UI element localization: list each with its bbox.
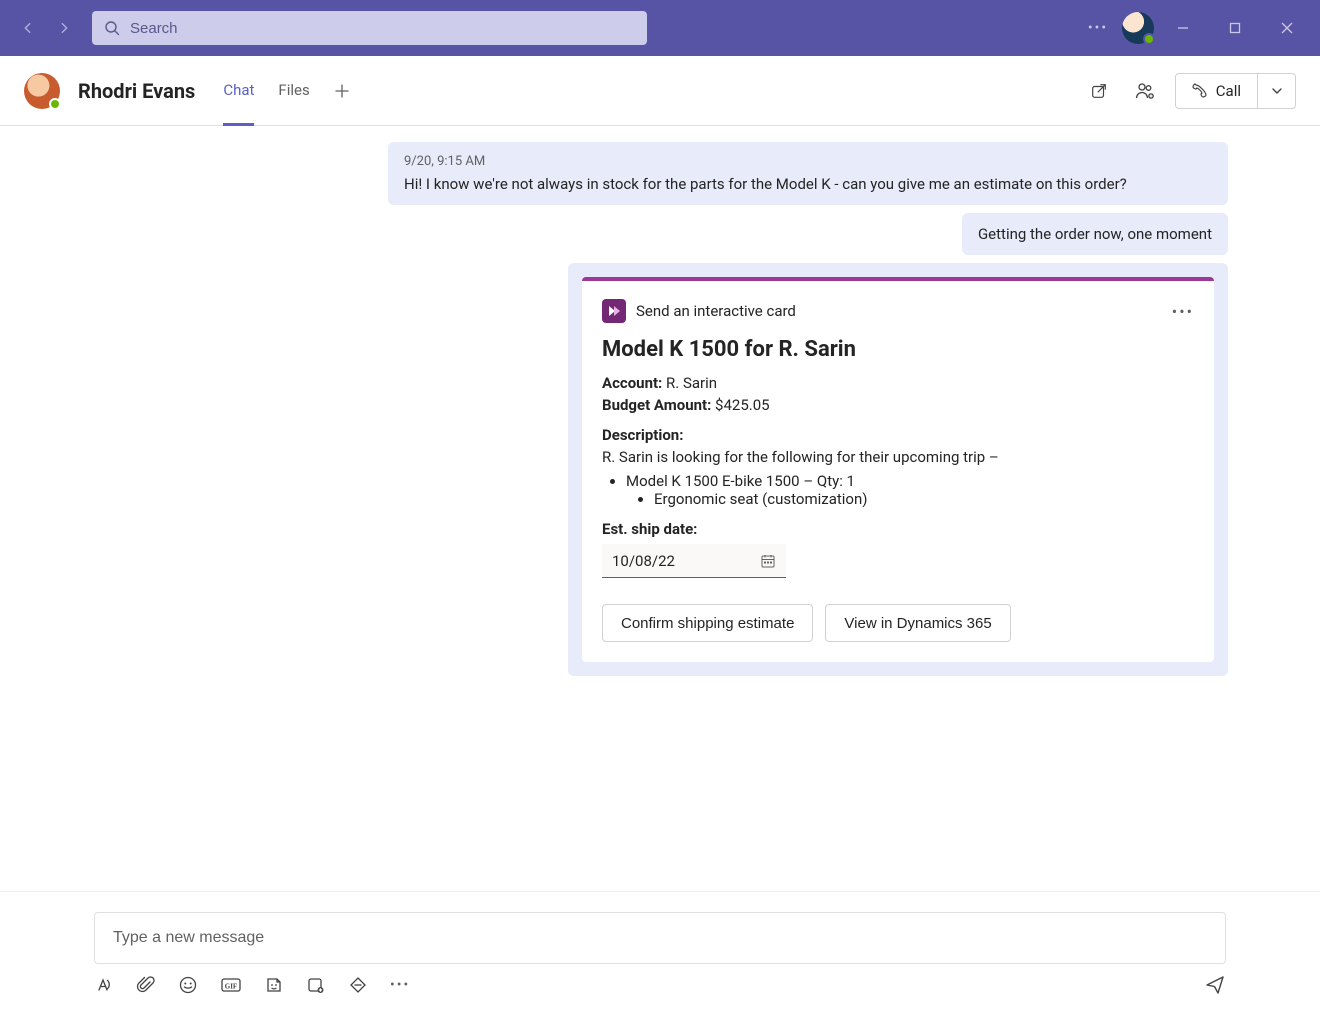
chat-tabs: Chat Files [223, 56, 349, 125]
window-maximize-button[interactable] [1212, 10, 1258, 46]
call-button[interactable]: Call [1175, 73, 1258, 109]
description-label: Description: [602, 426, 1194, 444]
search-icon [104, 20, 120, 36]
format-button[interactable] [94, 975, 114, 995]
compose-area: GIF ••• [0, 891, 1320, 1016]
me-avatar[interactable] [1122, 12, 1154, 44]
actions-button[interactable] [306, 975, 326, 995]
budget-label: Budget Amount: [602, 396, 711, 414]
call-label: Call [1216, 82, 1241, 100]
description-text: R. Sarin is looking for the following fo… [602, 448, 1194, 466]
message-incoming: 9/20, 9:15 AM Hi! I know we're not alway… [388, 142, 1228, 205]
compose-toolbar: GIF ••• [94, 974, 1226, 996]
forward-button[interactable] [46, 10, 82, 46]
svg-text:GIF: GIF [225, 983, 237, 991]
presence-available-icon [49, 98, 61, 110]
message-text: Hi! I know we're not always in stock for… [404, 175, 1212, 193]
call-dropdown-button[interactable] [1258, 73, 1296, 109]
sticker-button[interactable] [264, 975, 284, 995]
window-minimize-button[interactable] [1160, 10, 1206, 46]
add-tab-button[interactable] [334, 83, 350, 99]
list-item: Ergonomic seat (customization) [654, 490, 1194, 508]
more-button[interactable]: ••• [1080, 10, 1116, 46]
message-text: Getting the order now, one moment [978, 225, 1212, 243]
budget-value: $425.05 [715, 396, 770, 414]
card-app-label: Send an interactive card [636, 302, 796, 320]
tab-chat[interactable]: Chat [223, 57, 254, 126]
message-outgoing: Getting the order now, one moment [962, 213, 1228, 255]
shipdate-value: 10/08/22 [612, 552, 675, 570]
compose-input[interactable] [111, 928, 1209, 948]
window-close-button[interactable] [1264, 10, 1310, 46]
send-button[interactable] [1204, 974, 1226, 996]
more-compose-button[interactable]: ••• [390, 977, 410, 993]
add-people-button[interactable] [1129, 75, 1161, 107]
card-more-button[interactable]: ••• [1172, 302, 1194, 321]
account-label: Account: [602, 374, 662, 392]
tab-files[interactable]: Files [278, 57, 309, 126]
back-button[interactable] [10, 10, 46, 46]
popout-button[interactable] [1083, 75, 1115, 107]
contact-avatar[interactable] [24, 73, 60, 109]
message-list: 9/20, 9:15 AM Hi! I know we're not alway… [0, 126, 1320, 896]
presence-available-icon [1143, 33, 1155, 45]
card-title: Model K 1500 for R. Sarin [602, 337, 1194, 362]
calendar-icon [760, 553, 776, 569]
account-value: R. Sarin [666, 374, 717, 392]
shipdate-input[interactable]: 10/08/22 [602, 544, 786, 578]
gif-button[interactable]: GIF [220, 975, 242, 995]
search-input[interactable] [128, 19, 635, 38]
chevron-down-icon [1271, 85, 1283, 97]
message-timestamp: 9/20, 9:15 AM [404, 154, 1212, 169]
title-bar: ••• [0, 0, 1320, 56]
confirm-shipping-button[interactable]: Confirm shipping estimate [602, 604, 813, 642]
power-automate-icon [602, 299, 626, 323]
description-items: Model K 1500 E-bike 1500 – Qty: 1 Ergono… [602, 472, 1194, 508]
phone-icon [1192, 83, 1208, 99]
view-in-dynamics-button[interactable]: View in Dynamics 365 [825, 604, 1010, 642]
adaptive-card: Send an interactive card ••• Model K 150… [582, 277, 1214, 662]
contact-name: Rhodri Evans [78, 79, 195, 103]
emoji-button[interactable] [178, 975, 198, 995]
stream-button[interactable] [348, 975, 368, 995]
shipdate-label: Est. ship date: [602, 520, 1194, 538]
list-item: Model K 1500 E-bike 1500 – Qty: 1 Ergono… [626, 472, 1194, 508]
search-box[interactable] [92, 11, 647, 45]
compose-box[interactable] [94, 912, 1226, 964]
adaptive-card-container: Send an interactive card ••• Model K 150… [568, 263, 1228, 676]
chat-header: Rhodri Evans Chat Files Call [0, 56, 1320, 126]
attach-button[interactable] [136, 975, 156, 995]
